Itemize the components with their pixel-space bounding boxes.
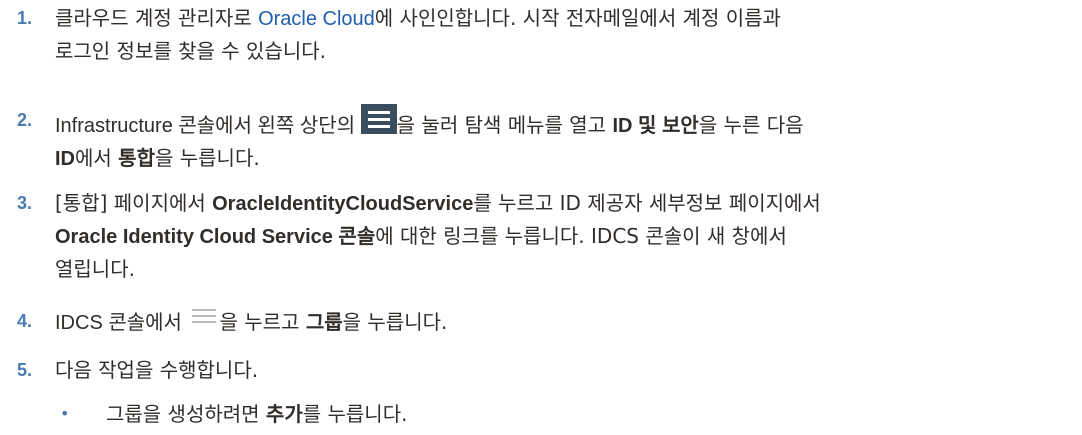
step-text-segment: 에 사인인합니다. 시작 전자메일에서 계정 이름과 — [374, 6, 781, 30]
step-text: 다음 작업을 수행합니다. — [55, 354, 1075, 386]
step-bold-term: 통합 — [118, 146, 155, 170]
step-text-segment: 을 누릅니다. — [154, 146, 260, 170]
step-text: 클라우드 계정 관리자로 Oracle Cloud에 사인인합니다. 시작 전자… — [55, 2, 1075, 67]
step-number: 1. — [17, 8, 33, 28]
step-text-segment: [통합] 페이지에서 — [55, 191, 213, 215]
step-line: Oracle Identity Cloud Service 콘솔에 대한 링크를… — [55, 220, 1075, 253]
step-text-segment: 에서 — [75, 146, 119, 170]
step-line: 열립니다. — [55, 257, 135, 281]
bullet-marker: • — [60, 404, 70, 423]
oracle-cloud-link[interactable]: Oracle Cloud — [258, 8, 375, 30]
step-text-segment: 클라우드 계정 관리자로 — [55, 6, 259, 30]
step-text-segment: 그룹을 생성하려면 — [106, 402, 266, 426]
step-bold-term: ID 및 보안 — [612, 115, 699, 137]
step-line: IDCS 콘솔에서 을 누르고 그룹을 누릅니다. — [55, 305, 1075, 339]
step-text-segment: 를 누릅니다. — [302, 402, 408, 426]
bullet-text: 그룹을 생성하려면 추가를 누릅니다. — [106, 398, 407, 430]
step-text-segment: 을 누른 다음 — [698, 113, 804, 137]
step-text: [통합] 페이지에서 OracleIdentityCloudService를 누… — [55, 187, 1075, 285]
step-number: 3. — [17, 193, 33, 213]
step-bold-term: Oracle Identity Cloud Service 콘솔 — [55, 226, 376, 248]
step-text-segment: 에 대한 링크를 누릅니다. IDCS 콘솔이 새 창에서 — [375, 224, 787, 248]
step-number: 4. — [17, 311, 33, 331]
hamburger-menu-light-icon — [190, 305, 218, 329]
step-bold-term: OracleIdentityCloudService — [212, 193, 474, 215]
step-text-segment: Infrastructure 콘솔에서 왼쪽 상단의 — [55, 115, 361, 137]
step-line: [통합] 페이지에서 OracleIdentityCloudService를 누… — [55, 187, 1075, 220]
step-bold-term: 그룹 — [305, 310, 343, 334]
step-text-segment: 를 누르고 ID 제공자 세부정보 페이지에서 — [473, 191, 821, 215]
step-text-segment: 을 누릅니다. — [342, 310, 448, 334]
step-bold-term: ID — [55, 148, 75, 170]
step-text-segment: 을 눌러 탐색 메뉴를 열고 — [396, 113, 613, 137]
hamburger-menu-icon — [360, 104, 397, 134]
step-text: IDCS 콘솔에서 을 누르고 그룹을 누릅니다. — [55, 305, 1075, 339]
step-line: ID에서 통합을 누릅니다. — [55, 142, 1075, 175]
step-line: 다음 작업을 수행합니다. — [55, 358, 259, 382]
step-line: 로그인 정보를 찾을 수 있습니다. — [55, 39, 326, 63]
step-bold-term: 추가 — [265, 402, 303, 426]
step-text: Infrastructure 콘솔에서 왼쪽 상단의 을 눌러 탐색 메뉴를 열… — [55, 104, 1075, 175]
step-text-segment: 을 누르고 — [219, 310, 306, 334]
step-number: 2. — [17, 110, 33, 130]
step-number: 5. — [17, 360, 33, 380]
step-text-segment: IDCS 콘솔에서 — [55, 312, 188, 334]
step-line: 클라우드 계정 관리자로 Oracle Cloud에 사인인합니다. 시작 전자… — [55, 2, 1075, 35]
step-line: Infrastructure 콘솔에서 왼쪽 상단의 을 눌러 탐색 메뉴를 열… — [55, 104, 1075, 142]
